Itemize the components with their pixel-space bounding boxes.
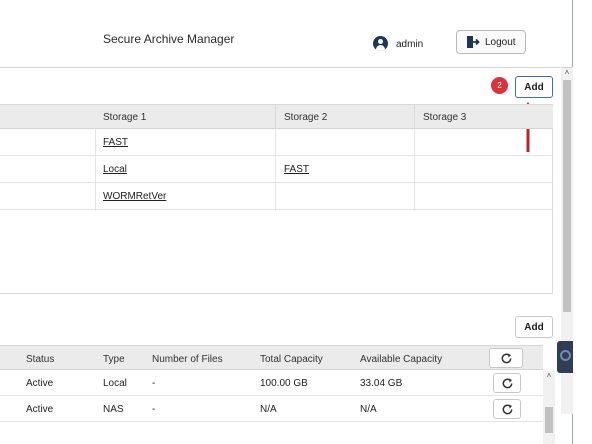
type-cell: Local bbox=[103, 378, 127, 389]
app-title: Secure Archive Manager bbox=[103, 32, 235, 46]
refresh-row-button[interactable] bbox=[493, 399, 521, 419]
storage-link[interactable]: FAST bbox=[103, 137, 128, 148]
scrollbar-thumb[interactable] bbox=[545, 407, 553, 433]
storage-table: Storage 1 Storage 2 Storage 3 FAST Local… bbox=[0, 104, 553, 294]
storage-link[interactable]: FAST bbox=[284, 164, 309, 175]
column-header-number-of-files[interactable]: Number of Files bbox=[152, 354, 223, 365]
add-volume-button[interactable]: Add bbox=[515, 316, 553, 338]
total-capacity-cell: N/A bbox=[260, 404, 277, 415]
column-header-type[interactable]: Type bbox=[103, 354, 125, 365]
scrollbar-thumb[interactable] bbox=[563, 80, 571, 312]
storage-link[interactable]: WORMRetVer bbox=[103, 191, 166, 202]
refresh-icon bbox=[501, 352, 511, 363]
files-cell: - bbox=[152, 404, 156, 415]
refresh-icon bbox=[502, 377, 512, 388]
status-cell: Active bbox=[26, 404, 54, 415]
scroll-up-icon[interactable]: ˄ bbox=[543, 371, 555, 381]
column-header-storage-3[interactable]: Storage 3 bbox=[423, 112, 466, 123]
column-header-status[interactable]: Status bbox=[26, 354, 54, 365]
storage-link[interactable]: Local bbox=[103, 164, 127, 175]
user-name: admin bbox=[396, 39, 424, 50]
help-icon bbox=[560, 350, 571, 361]
scroll-up-icon[interactable]: ˄ bbox=[561, 68, 573, 78]
column-header-available-capacity[interactable]: Available Capacity bbox=[360, 354, 442, 365]
type-cell: NAS bbox=[103, 404, 124, 415]
table-row[interactable]: Active Local - 100.00 GB 33.04 GB bbox=[0, 370, 543, 396]
table-row[interactable]: Local FAST bbox=[0, 156, 553, 183]
table-scrollbar[interactable]: ˄ bbox=[543, 371, 555, 444]
total-capacity-cell: 100.00 GB bbox=[260, 378, 308, 389]
storage-table-header: Storage 1 Storage 2 Storage 3 bbox=[0, 104, 553, 129]
volume-table-header: Status Type Number of Files Total Capaci… bbox=[0, 345, 543, 370]
available-capacity-cell: N/A bbox=[360, 404, 377, 415]
app-header: Secure Archive Manager admin Logout bbox=[0, 0, 573, 68]
volume-table: Status Type Number of Files Total Capaci… bbox=[0, 345, 557, 444]
table-row[interactable]: WORMRetVer bbox=[0, 183, 553, 210]
column-header-storage-2[interactable]: Storage 2 bbox=[284, 112, 327, 123]
refresh-row-button[interactable] bbox=[493, 373, 521, 393]
column-header-storage-1[interactable]: Storage 1 bbox=[103, 112, 146, 123]
logout-label: Logout bbox=[485, 36, 516, 48]
step-badge: 2 bbox=[491, 77, 508, 94]
status-cell: Active bbox=[26, 378, 54, 389]
table-row[interactable]: Active NAS - N/A N/A bbox=[0, 396, 543, 422]
user-icon bbox=[373, 36, 388, 51]
logout-icon bbox=[467, 36, 480, 48]
side-panel-tab[interactable] bbox=[557, 341, 573, 373]
column-header-total-capacity[interactable]: Total Capacity bbox=[260, 354, 323, 365]
refresh-icon bbox=[502, 403, 512, 414]
refresh-all-button[interactable] bbox=[489, 348, 523, 368]
logout-button[interactable]: Logout bbox=[456, 30, 526, 54]
files-cell: - bbox=[152, 378, 156, 389]
add-storage-button[interactable]: Add bbox=[515, 76, 553, 98]
table-row[interactable]: FAST bbox=[0, 129, 553, 156]
available-capacity-cell: 33.04 GB bbox=[360, 378, 403, 389]
